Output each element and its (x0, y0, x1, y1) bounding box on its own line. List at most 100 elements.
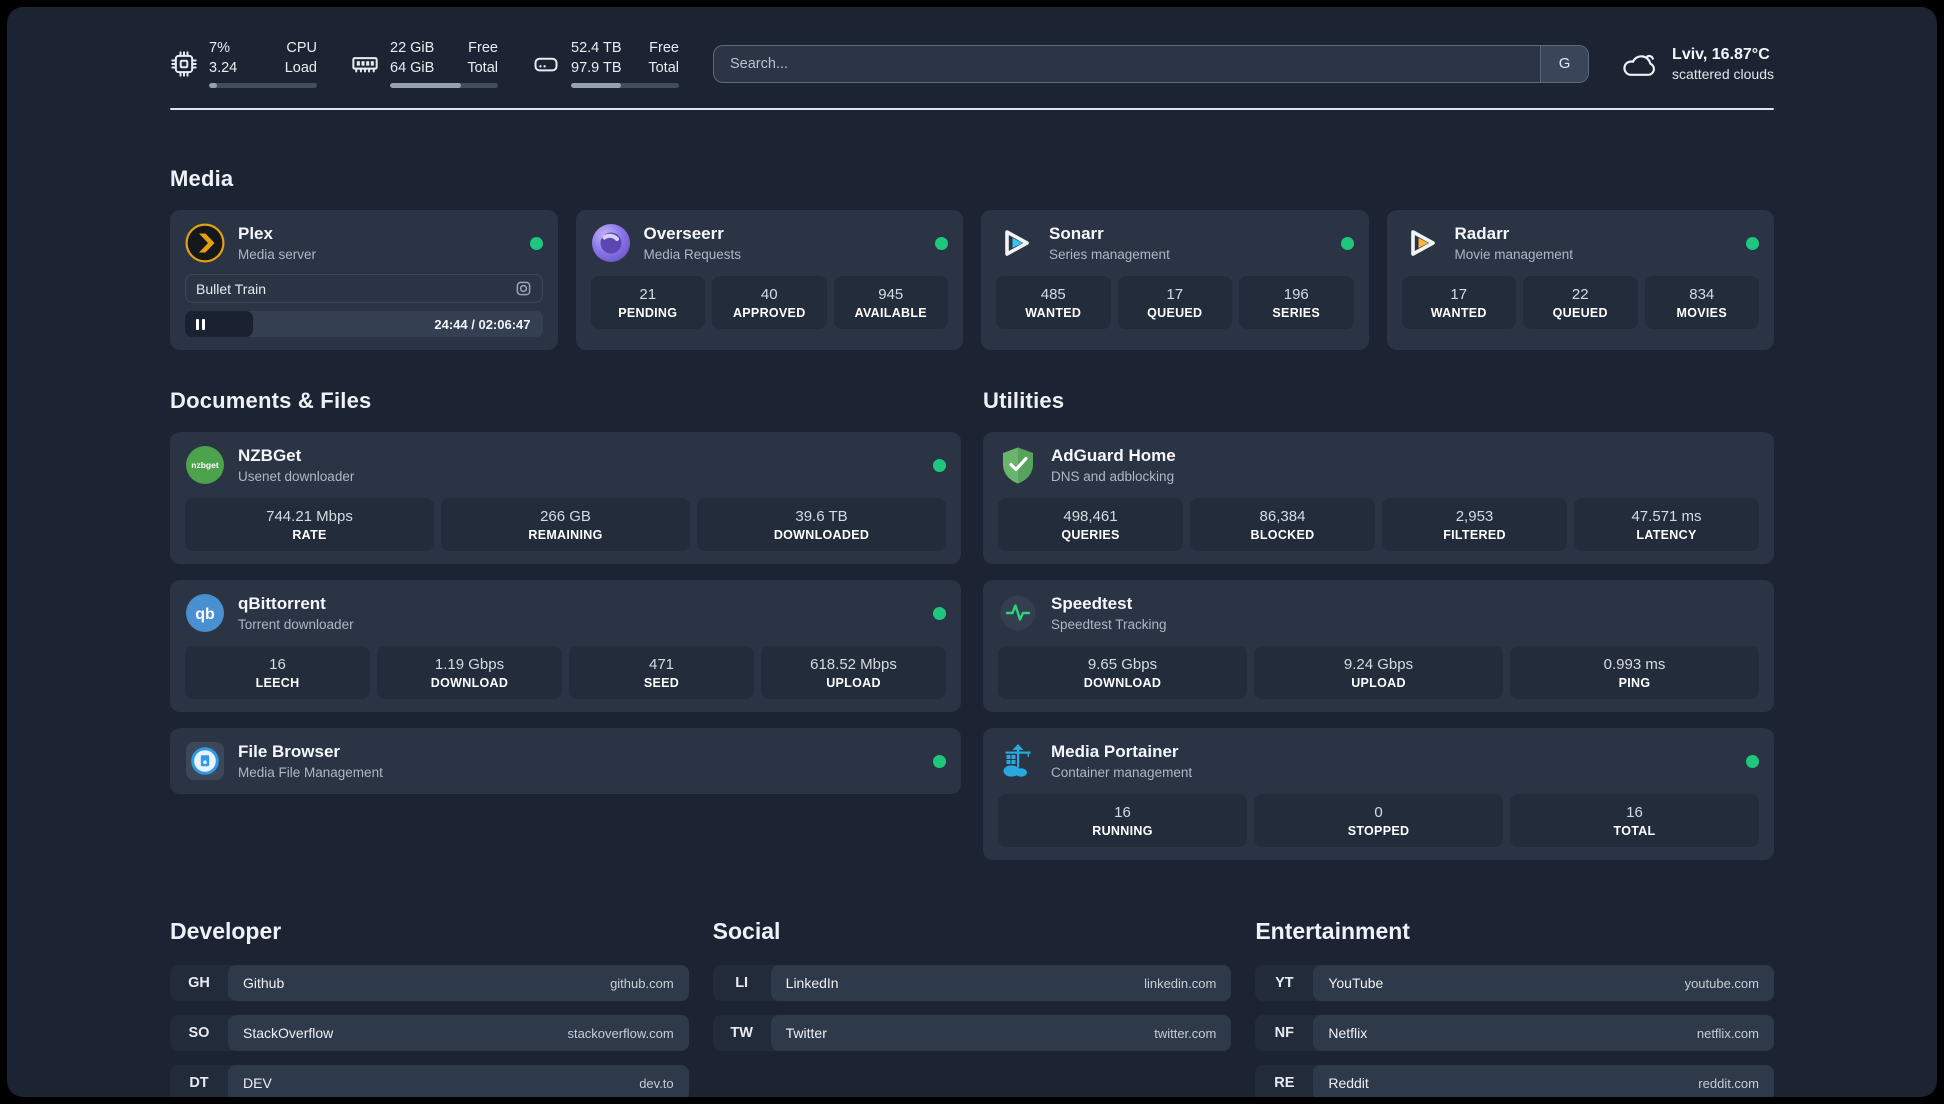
weather-condition: scattered clouds (1672, 65, 1774, 82)
status-online-dot (1340, 236, 1354, 250)
bookmark-url: netflix.com (1696, 1025, 1759, 1041)
search-bar: G (713, 44, 1590, 83)
bookmark-twitter[interactable]: TW Twitter twitter.com (712, 1015, 1232, 1052)
disk-icon (534, 57, 558, 71)
app-card-adguard[interactable]: AdGuard Home DNS and adblocking 498,461 Q… (983, 432, 1774, 565)
app-card-qbittorrent[interactable]: qb qBittorrent Torrent downloader 16 LEEC… (170, 580, 961, 713)
app-card-radarr[interactable]: Radarr Movie management 17 WANTED 22 QUEUE… (1386, 210, 1774, 351)
section-title-entertainment: Entertainment (1255, 918, 1410, 945)
stat-tile: 1.19 Gbps DOWNLOAD (377, 646, 562, 700)
app-name: AdGuard Home (1051, 445, 1176, 465)
app-name: Overseerr (643, 223, 724, 243)
cpu-value: 7% (209, 40, 230, 56)
stat-tile: 39.6 TB DOWNLOADED (697, 498, 946, 552)
stat-tile: 9.65 Gbps DOWNLOAD (998, 646, 1247, 700)
stat-tile: 498,461 QUERIES (998, 498, 1183, 552)
status-online-dot (1746, 754, 1759, 768)
storage-total-label: Total (648, 59, 679, 76)
portainer-icon (1003, 744, 1031, 777)
bookmark-youtube[interactable]: YT YouTube youtube.com (1255, 965, 1774, 1002)
memory-stat: 22 GiB Free 64 GiB Total (351, 39, 498, 89)
stat-tile: 0 STOPPED (1254, 794, 1503, 848)
app-description: Media server (238, 247, 317, 263)
filebrowser-icon (186, 742, 224, 781)
plex-now-playing: Bullet Train 24:44 / 02:06:47 (185, 274, 543, 338)
app-card-overseerr[interactable]: Overseerr Media Requests 21 PENDING 40 APP… (575, 210, 963, 351)
app-name: qBittorrent (238, 593, 326, 613)
bookmark-tag: GH (188, 975, 210, 992)
bookmark-tag: RE (1274, 1075, 1295, 1092)
app-card-sonarr[interactable]: Sonarr Series management 485 WANTED 17 QUE… (981, 210, 1369, 351)
cpu-load-label: Load (284, 59, 317, 76)
storage-free-label: Free (649, 40, 679, 56)
stat-tile: 17 WANTED (1401, 276, 1516, 330)
app-description: Media File Management (238, 765, 383, 781)
storage-stat: 52.4 TB Free 97.9 TB Total (532, 39, 679, 89)
stat-tile: 9.24 Gbps UPLOAD (1254, 646, 1503, 700)
stat-tile: 618.52 Mbps UPLOAD (761, 646, 946, 700)
bookmark-github[interactable]: GH Github github.com (170, 965, 689, 1002)
section-developer: Developer GH Github github.com SO StackOv… (170, 918, 689, 1097)
bookmark-stackoverflow[interactable]: SO StackOverflow stackoverflow.com (170, 1015, 689, 1052)
stat-tile: 471 SEED (569, 646, 754, 700)
top-bar: 7% CPU 3.24 Load 22 GiB Free 64 GiB Tota… (170, 39, 1774, 89)
search-input[interactable] (714, 45, 1541, 82)
bookmark-netflix[interactable]: NF Netflix netflix.com (1255, 1015, 1774, 1052)
section-social: Social LI LinkedIn linkedin.com TW Twitte… (712, 918, 1232, 1097)
section-title-social: Social (712, 918, 781, 945)
svg-text:qb: qb (195, 606, 215, 623)
app-name: NZBGet (238, 445, 302, 465)
stat-tile: 40 APPROVED (712, 276, 827, 330)
app-card-filebrowser[interactable]: File Browser Media File Management (170, 728, 961, 795)
app-name: Media Portainer (1051, 741, 1179, 761)
section-title-developer: Developer (170, 918, 282, 945)
bookmark-name: DEV (243, 1075, 272, 1092)
app-name: Sonarr (1049, 223, 1104, 243)
app-card-portainer[interactable]: Media Portainer Container management 16 R… (983, 728, 1774, 861)
status-online-dot (935, 236, 948, 250)
speedtest-icon (1000, 595, 1036, 631)
search-engine-button[interactable]: G (1540, 45, 1589, 82)
stat-tile: 196 SERIES (1239, 276, 1354, 330)
memory-free-value: 22 GiB (390, 40, 435, 56)
plex-icon (185, 223, 225, 263)
svg-text:nzbget: nzbget (191, 460, 219, 470)
playback-progress-bar[interactable]: 24:44 / 02:06:47 (185, 311, 543, 338)
status-online-dot (1746, 236, 1759, 250)
bookmark-tag: DT (189, 1075, 209, 1092)
stat-tile: 2,953 FILTERED (1382, 498, 1567, 552)
stat-tile: 485 WANTED (996, 276, 1111, 330)
app-card-nzbget[interactable]: nzbget NZBGet Usenet downloader 744.21 M… (170, 432, 961, 565)
stat-tile: 16 LEECH (185, 646, 370, 700)
bookmark-reddit[interactable]: RE Reddit reddit.com (1255, 1065, 1774, 1097)
qbittorrent-icon: qb (186, 594, 224, 633)
app-name: Plex (238, 223, 273, 243)
bookmark-dev[interactable]: DT DEV dev.to (170, 1065, 689, 1097)
app-card-speedtest[interactable]: Speedtest Speedtest Tracking 9.65 Gbps DO… (983, 580, 1774, 713)
app-description: Speedtest Tracking (1051, 617, 1167, 633)
section-documents: Documents & Files nzbget NZBGet Usenet d… (170, 388, 961, 795)
bookmark-url: github.com (610, 975, 674, 991)
app-description: Movie management (1454, 247, 1574, 263)
storage-progress-bar (571, 83, 679, 89)
weather-location: Lviv, 16.87°C (1672, 45, 1770, 63)
stat-tile: 834 MOVIES (1644, 276, 1759, 330)
app-card-plex[interactable]: Plex Media server Bullet Train 24:44 / 0… (170, 210, 558, 351)
app-description: Container management (1051, 765, 1193, 781)
stat-tile: 86,384 BLOCKED (1190, 498, 1375, 552)
app-description: Media Requests (643, 247, 742, 263)
cpu-stat: 7% CPU 3.24 Load (170, 39, 317, 89)
storage-total-value: 97.9 TB (571, 59, 622, 76)
app-name: Speedtest (1051, 593, 1133, 613)
bookmark-tag: TW (730, 1025, 753, 1042)
bookmark-tag: SO (188, 1025, 210, 1042)
app-name: File Browser (238, 741, 341, 761)
pause-icon[interactable] (196, 318, 205, 330)
app-description: DNS and adblocking (1051, 469, 1175, 485)
radarr-icon (1410, 230, 1435, 256)
bookmark-linkedin[interactable]: LI LinkedIn linkedin.com (712, 965, 1232, 1002)
bookmark-url: dev.to (639, 1075, 674, 1091)
section-title-utilities: Utilities (983, 388, 1065, 414)
stat-tile: 744.21 Mbps RATE (185, 498, 434, 552)
stat-tile: 0.993 ms PING (1510, 646, 1759, 700)
